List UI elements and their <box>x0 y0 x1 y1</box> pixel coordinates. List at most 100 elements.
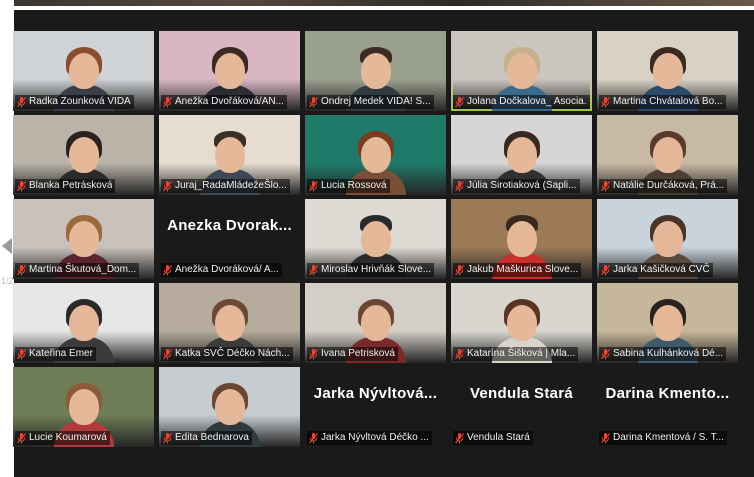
participant-name: Vendula Stará <box>467 432 530 443</box>
mic-muted-icon <box>455 264 464 276</box>
mic-muted-icon <box>17 180 26 192</box>
mic-muted-icon <box>309 264 318 276</box>
page-indicator: 1/2 <box>1 276 14 286</box>
participant-name-label: Jakub Maškurica Slove... <box>453 263 582 277</box>
participant-tile[interactable]: Anežka Dvořáková/AN... <box>159 31 300 111</box>
participant-tile[interactable]: Ivana Petrisková <box>305 283 446 363</box>
previous-page-arrow-icon[interactable] <box>0 236 14 256</box>
participant-tile[interactable]: Martina Chvátalová Bo... <box>597 31 738 111</box>
participant-display-name: Darina Kmento... <box>605 385 730 402</box>
participant-tile[interactable]: Juraj_RadaMládežeŠlo... <box>159 115 300 195</box>
participant-tile[interactable]: Miroslav Hrivňák Slove... <box>305 199 446 279</box>
mic-muted-icon <box>17 348 26 360</box>
mic-muted-icon <box>17 264 26 276</box>
participant-tile[interactable]: Jarka Kašičková CVČ <box>597 199 738 279</box>
participant-name: Jakub Maškurica Slove... <box>467 264 579 275</box>
participant-tile[interactable]: Katka SVČ Déčko Nách... <box>159 283 300 363</box>
participant-tile[interactable]: Anezka Dvorak... Anežka Dvoráková/ A... <box>159 199 300 279</box>
participant-name-label: Jarka Nývltová Déčko ... <box>307 431 432 445</box>
mic-muted-icon <box>601 96 610 108</box>
participant-name-label: Martina Chvátalová Bo... <box>599 95 726 109</box>
participant-tile[interactable]: Jarka Nývltová... Jarka Nývltová Déčko ..… <box>305 367 446 447</box>
participant-tile[interactable]: Jolana Dočkalova_ Asocia... <box>451 31 592 111</box>
participant-tile[interactable]: Júlia Sirotiaková (Sapli... <box>451 115 592 195</box>
participant-tile[interactable]: Lucia Rossová <box>305 115 446 195</box>
top-video-strip <box>14 0 754 6</box>
mic-muted-icon <box>455 432 464 444</box>
participant-name-label: Natálie Durčáková, Prá... <box>599 179 728 193</box>
participant-name-label: Katka SVČ Déčko Nách... <box>161 347 293 361</box>
mic-muted-icon <box>163 180 172 192</box>
participant-name: Martina Chvátalová Bo... <box>613 96 723 107</box>
participant-tile[interactable]: Martina Škutová_Dom... <box>13 199 154 279</box>
participant-name: Darina Kmentová / S. T... <box>613 432 724 443</box>
participant-tile[interactable]: Katarína Šišková | Mla... <box>451 283 592 363</box>
participant-tile[interactable]: Radka Zounková VIDA <box>13 31 154 111</box>
participant-name-label: Júlia Sirotiaková (Sapli... <box>453 179 580 193</box>
participant-name: Ivana Petrisková <box>321 348 395 359</box>
participant-name-label: Kateřina Emer <box>15 347 96 361</box>
participant-name-label: Martina Škutová_Dom... <box>15 263 140 277</box>
participant-tile[interactable]: Blanka Petrásková <box>13 115 154 195</box>
participant-tile[interactable]: Jakub Maškurica Slove... <box>451 199 592 279</box>
participant-name: Katarína Šišková | Mla... <box>467 348 576 359</box>
participant-tile[interactable]: Natálie Durčáková, Prá... <box>597 115 738 195</box>
participant-display-name: Anezka Dvorak... <box>167 217 292 234</box>
participant-name: Jarka Kašičková CVČ <box>613 264 710 275</box>
participant-name-label: Jolana Dočkalova_ Asocia... <box>453 95 590 109</box>
participant-name-label: Ondrej Medek VIDA! S... <box>307 95 434 109</box>
participant-name-label: Sabina Kulhánková Dé... <box>599 347 727 361</box>
participant-tile[interactable]: Darina Kmento... Darina Kmentová / S. T..… <box>597 367 738 447</box>
participant-name-label: Edita Bednarova <box>161 431 252 445</box>
mic-muted-icon <box>601 264 610 276</box>
participant-name-label: Vendula Stará <box>453 431 533 445</box>
participant-name: Anežka Dvoráková/ A... <box>175 264 279 275</box>
mic-muted-icon <box>163 96 172 108</box>
participant-name: Radka Zounková VIDA <box>29 96 131 107</box>
participant-name-label: Anežka Dvoráková/ A... <box>161 263 282 277</box>
participant-name: Ondrej Medek VIDA! S... <box>321 96 431 107</box>
mic-muted-icon <box>163 348 172 360</box>
mic-muted-icon <box>455 96 464 108</box>
participant-name: Jarka Nývltová Déčko ... <box>321 432 429 443</box>
participant-name: Martina Škutová_Dom... <box>29 264 137 275</box>
participant-name: Natálie Durčáková, Prá... <box>613 180 725 191</box>
participant-name: Katka SVČ Déčko Nách... <box>175 348 290 359</box>
participant-name: Edita Bednarova <box>175 432 249 443</box>
participant-name: Sabina Kulhánková Dé... <box>613 348 724 359</box>
participant-tile[interactable]: Ondrej Medek VIDA! S... <box>305 31 446 111</box>
mic-muted-icon <box>601 180 610 192</box>
participant-tile[interactable]: Edita Bednarova <box>159 367 300 447</box>
participant-tile[interactable]: Lucie Koumarová <box>13 367 154 447</box>
mic-muted-icon <box>309 348 318 360</box>
mic-muted-icon <box>309 96 318 108</box>
participant-name-label: Anežka Dvořáková/AN... <box>161 95 287 109</box>
participant-name-label: Radka Zounková VIDA <box>15 95 134 109</box>
mic-muted-icon <box>309 180 318 192</box>
participant-tile[interactable]: Sabina Kulhánková Dé... <box>597 283 738 363</box>
mic-muted-icon <box>163 264 172 276</box>
gallery-view: Radka Zounková VIDA Anežka Dvořáková/AN..… <box>13 10 754 477</box>
participant-display-name: Vendula Stará <box>469 385 574 402</box>
participant-name: Lucie Koumarová <box>29 432 107 443</box>
mic-muted-icon <box>455 348 464 360</box>
mic-muted-icon <box>601 432 610 444</box>
participant-name-label: Miroslav Hrivňák Slove... <box>307 263 435 277</box>
mic-muted-icon <box>17 432 26 444</box>
participant-name-label: Lucie Koumarová <box>15 431 110 445</box>
participant-name-label: Juraj_RadaMládežeŠlo... <box>161 179 290 193</box>
mic-muted-icon <box>163 432 172 444</box>
participant-name-label: Lucia Rossová <box>307 179 390 193</box>
participant-tile[interactable]: Vendula Stará Vendula Stará <box>451 367 592 447</box>
participant-tile[interactable]: Kateřina Emer <box>13 283 154 363</box>
participant-name: Anežka Dvořáková/AN... <box>175 96 284 107</box>
mic-muted-icon <box>455 180 464 192</box>
participant-name: Juraj_RadaMládežeŠlo... <box>175 180 287 191</box>
participant-name-label: Jarka Kašičková CVČ <box>599 263 713 277</box>
participant-display-name: Jarka Nývltová... <box>313 385 438 402</box>
participant-name: Jolana Dočkalova_ Asocia... <box>467 96 587 107</box>
participant-name: Kateřina Emer <box>29 348 93 359</box>
participant-name: Miroslav Hrivňák Slove... <box>321 264 432 275</box>
participant-name-label: Katarína Šišková | Mla... <box>453 347 579 361</box>
participant-name: Júlia Sirotiaková (Sapli... <box>467 180 577 191</box>
